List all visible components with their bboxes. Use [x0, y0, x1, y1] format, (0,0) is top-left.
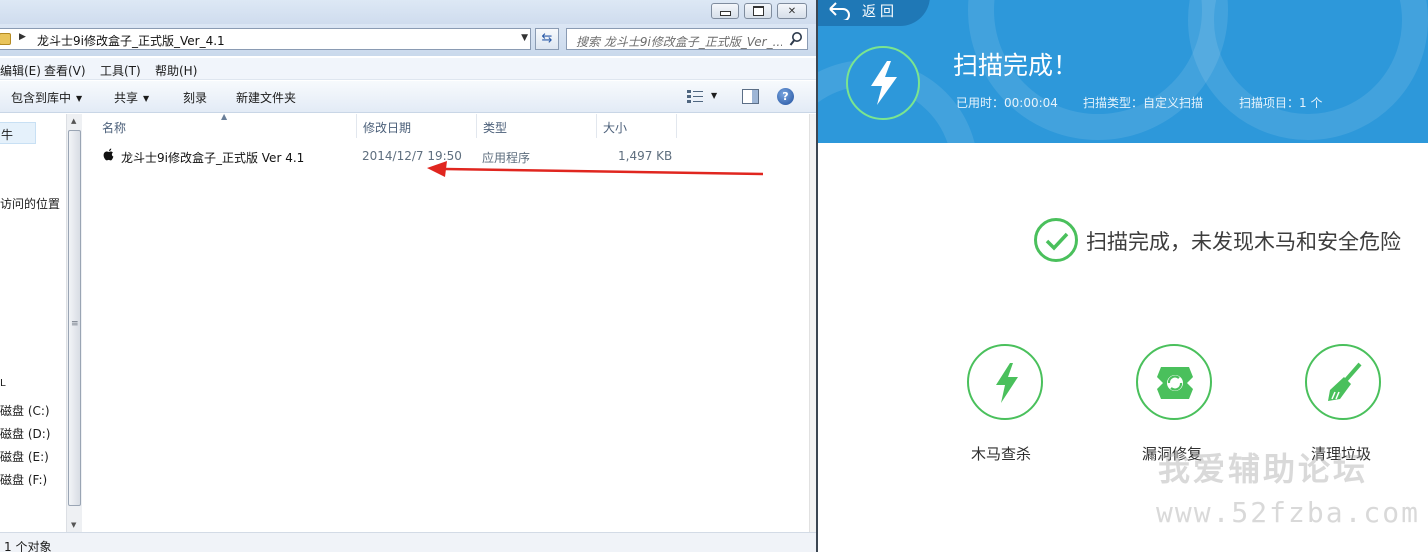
share-label: 共享 [114, 91, 139, 105]
address-path[interactable]: 龙斗士9i修改盒子_正式版_Ver_4.1 [37, 32, 225, 49]
column-header-size[interactable]: 大小 [603, 119, 627, 136]
minimize-icon [712, 4, 738, 18]
nav-selected-label: 牛 [1, 128, 14, 142]
close-button[interactable]: ✕ [777, 3, 807, 19]
patch-icon [1157, 367, 1193, 399]
column-header-type[interactable]: 类型 [483, 119, 507, 136]
chevron-down-icon[interactable]: ▼ [711, 91, 717, 100]
close-icon: ✕ [787, 5, 797, 17]
menu-edit[interactable]: 编辑(E) [0, 62, 41, 79]
status-bar: 1 个对象 [0, 532, 816, 552]
scan-complete-title: 扫描完成！ [953, 51, 1079, 80]
scan-result-header: 返回 扫描完成！ 已用时：00:00:04 扫描类型：自定义扫描 扫描项目：1 … [818, 0, 1428, 143]
explorer-window: ✕ ▶ 龙斗士9i修改盒子_正式版_Ver_4.1 ▼ ⇆ 搜索 龙斗士9i修改… [0, 0, 816, 552]
scroll-down-icon[interactable]: ▼ [71, 521, 76, 529]
nav-item-recent-places[interactable]: 访问的位置 [0, 195, 60, 212]
file-name: 龙斗士9i修改盒子_正式版 Ver 4.1 [121, 151, 305, 165]
address-row: ▶ 龙斗士9i修改盒子_正式版_Ver_4.1 ▼ ⇆ 搜索 龙斗士9i修改盒子… [0, 24, 816, 56]
folder-icon [0, 33, 11, 45]
lightning-icon [871, 61, 897, 105]
new-folder-button[interactable]: 新建文件夹 [236, 89, 296, 106]
check-icon [1034, 218, 1078, 262]
menu-view[interactable]: 查看(V) [44, 62, 86, 79]
chevron-down-icon: ▼ [76, 94, 83, 103]
command-bar: 包含到库中 ▼ 共享 ▼ 刻录 新建文件夹 ▼ ? [0, 81, 816, 113]
navigation-pane: 牛 访问的位置 L 磁盘 (C:) 磁盘 (D:) 磁盘 (E:) 磁盘 (F:… [0, 114, 66, 532]
column-header-date[interactable]: 修改日期 [363, 119, 411, 136]
nav-scrollbar[interactable]: ▲ ≡ ▼ [66, 114, 82, 532]
status-item-count: 1 个对象 [4, 540, 52, 552]
chevron-down-icon: ▼ [143, 94, 150, 103]
broom-icon [1328, 362, 1362, 401]
apple-app-icon [103, 148, 114, 161]
share-button[interactable]: 共享 ▼ [114, 89, 149, 106]
vulnerability-fix-button[interactable] [1136, 344, 1212, 420]
title-bar[interactable]: ✕ [0, 0, 816, 24]
trojan-scan-label: 木马查杀 [971, 445, 1032, 463]
menu-help[interactable]: 帮助(H) [155, 62, 197, 79]
minimize-button[interactable] [711, 3, 739, 19]
help-icon[interactable]: ? [777, 88, 794, 105]
watermark-title: 我爱辅助论坛 [1158, 450, 1369, 488]
search-input[interactable]: 搜索 龙斗士9i修改盒子_正式版_Ver_... [566, 28, 808, 50]
column-divider[interactable] [476, 114, 477, 138]
elapsed-time: 已用时：00:00:04 [956, 96, 1058, 110]
nav-item-fragment[interactable]: L [0, 378, 6, 389]
maximize-button[interactable] [744, 3, 772, 19]
refresh-button[interactable]: ⇆ [535, 28, 559, 50]
preview-pane-icon[interactable] [742, 89, 759, 104]
back-label: 返回 [862, 4, 898, 20]
lightning-icon [996, 363, 1018, 403]
address-dropdown-icon[interactable]: ▼ [521, 33, 528, 43]
nav-item-selected[interactable]: 牛 [0, 122, 36, 144]
back-arrow-icon [829, 2, 850, 20]
column-divider[interactable] [596, 114, 597, 138]
column-header-name[interactable]: 名称 [102, 119, 126, 136]
watermark-url: www.52fzba.com [1156, 496, 1421, 529]
security-app-window: 返回 扫描完成！ 已用时：00:00:04 扫描类型：自定义扫描 扫描项目：1 … [818, 0, 1428, 552]
burn-button[interactable]: 刻录 [183, 89, 207, 106]
maximize-icon [745, 4, 771, 18]
view-options-icon[interactable] [687, 90, 703, 103]
back-button[interactable]: 返回 [818, 0, 930, 26]
nav-item-drive-c[interactable]: 磁盘 (C:) [0, 402, 50, 419]
search-icon[interactable] [789, 31, 803, 47]
breadcrumb-arrow-icon[interactable]: ▶ [19, 32, 26, 42]
scan-type: 扫描类型：自定义扫描 [1083, 96, 1204, 110]
clean-junk-button[interactable] [1305, 344, 1381, 420]
include-in-library-button[interactable]: 包含到库中 ▼ [11, 89, 82, 106]
lightning-badge [846, 46, 920, 120]
scrollbar-thumb[interactable]: ≡ [68, 130, 81, 506]
trojan-scan-button[interactable] [967, 344, 1043, 420]
menu-bar: 编辑(E) 查看(V) 工具(T) 帮助(H) [0, 58, 816, 80]
refresh-icon: ⇆ [541, 31, 553, 46]
menu-tools[interactable]: 工具(T) [100, 62, 141, 79]
sort-arrow-icon: ▲ [221, 112, 228, 121]
nav-item-drive-e[interactable]: 磁盘 (E:) [0, 448, 49, 465]
file-list-scrollbar[interactable] [809, 114, 816, 532]
search-placeholder: 搜索 龙斗士9i修改盒子_正式版_Ver_... [576, 35, 782, 49]
column-divider[interactable] [676, 114, 677, 138]
decorative-circle [1188, 0, 1428, 140]
scan-result-message: 扫描完成，未发现木马和安全危险 [1086, 230, 1401, 254]
nav-item-drive-d[interactable]: 磁盘 (D:) [0, 425, 50, 442]
grip-icon: ≡ [71, 319, 79, 329]
scroll-up-icon[interactable]: ▲ [71, 117, 76, 125]
include-in-library-label: 包含到库中 [11, 91, 72, 105]
address-bar[interactable]: ▶ 龙斗士9i修改盒子_正式版_Ver_4.1 ▼ [0, 28, 531, 50]
scan-items: 扫描项目：1 个 [1239, 96, 1323, 110]
column-divider[interactable] [356, 114, 357, 138]
nav-item-drive-f[interactable]: 磁盘 (F:) [0, 471, 47, 488]
annotation-arrow [427, 161, 764, 177]
